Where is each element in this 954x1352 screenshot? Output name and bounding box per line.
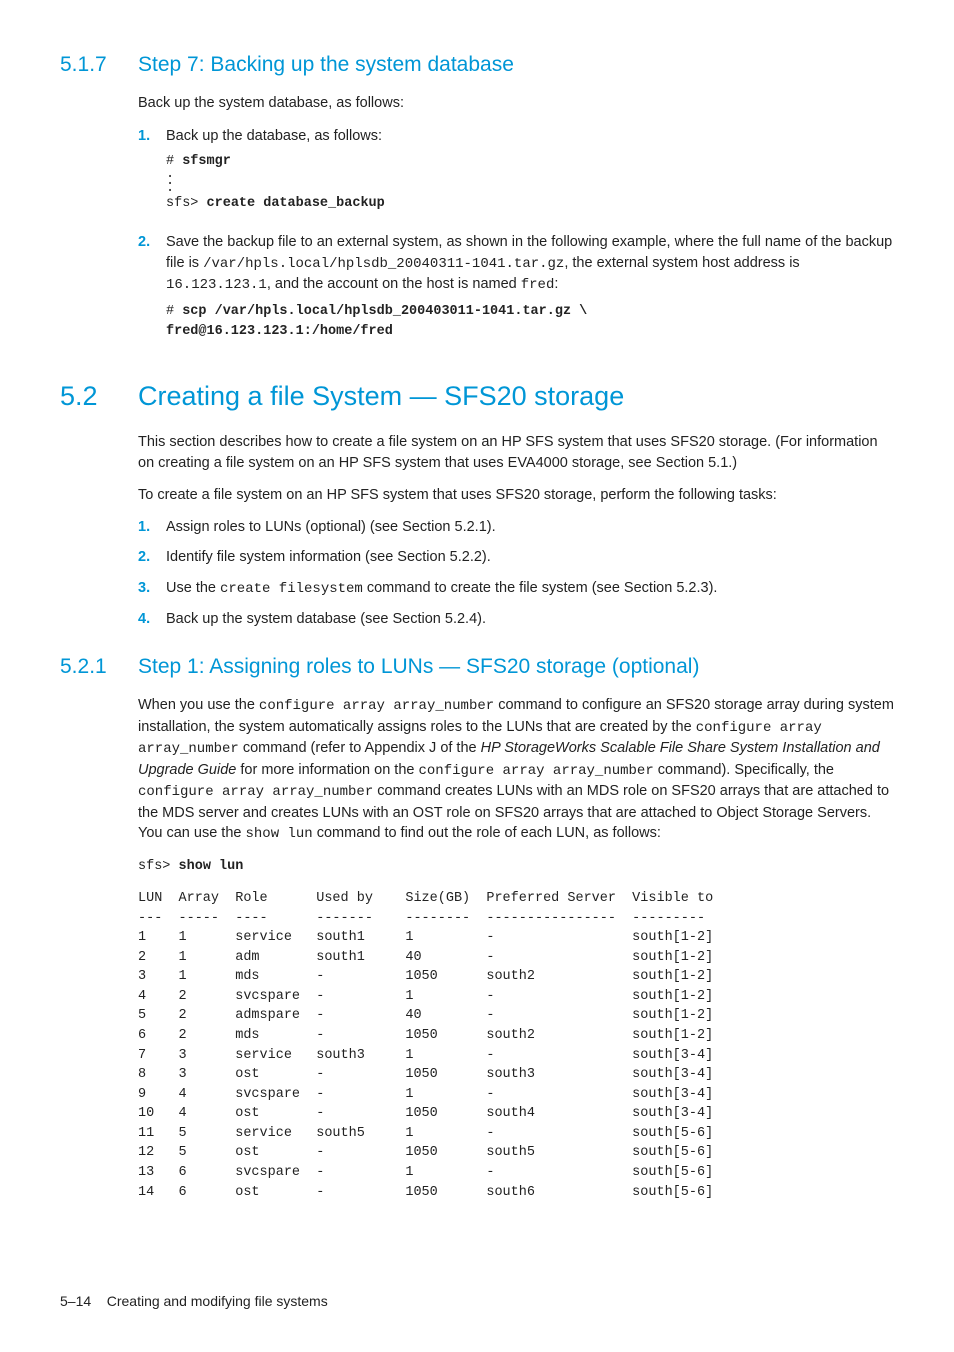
heading-521: 5.2.1 Step 1: Assigning roles to LUNs — … [60, 652, 894, 681]
step-text: Identify file system information (see Se… [166, 547, 894, 567]
step-text: Save the backup file to an external syst… [166, 232, 894, 295]
intro-517: Back up the system database, as follows: [138, 93, 894, 113]
step-marker: 1. [138, 517, 166, 537]
step-text: Back up the system database (see Section… [166, 609, 894, 629]
p2-52: To create a file system on an HP SFS sys… [138, 485, 894, 505]
step-marker: 1. [138, 126, 166, 146]
lun-table: LUN Array Role Used by Size(GB) Preferre… [138, 889, 894, 1202]
page-number: 5–14 [60, 1293, 91, 1309]
heading-517: 5.1.7 Step 7: Backing up the system data… [60, 50, 894, 79]
show-lun-cmd: sfs> show lun [138, 857, 894, 877]
secnum-52: 5.2 [60, 378, 138, 416]
secnum-521: 5.2.1 [60, 652, 138, 681]
title-521: Step 1: Assigning roles to LUNs — SFS20 … [138, 652, 699, 681]
title-52: Creating a file System — SFS20 storage [138, 378, 624, 416]
p1-52: This section describes how to create a f… [138, 432, 894, 473]
step-text: Assign roles to LUNs (optional) (see Sec… [166, 517, 894, 537]
steps-52: 1. Assign roles to LUNs (optional) (see … [138, 517, 894, 629]
step-marker: 2. [138, 232, 166, 252]
step-marker: 3. [138, 578, 166, 598]
step-text: Back up the database, as follows: [166, 126, 894, 146]
secnum-517: 5.1.7 [60, 50, 138, 79]
p-521: When you use the configure array array_n… [138, 695, 894, 845]
step-marker: 4. [138, 609, 166, 629]
footer-label: Creating and modifying file systems [107, 1293, 328, 1309]
step-text: Use the create filesystem command to cre… [166, 578, 894, 600]
steps-517: 1. Back up the database, as follows: # s… [138, 126, 894, 351]
heading-52: 5.2 Creating a file System — SFS20 stora… [60, 378, 894, 416]
footer: 5–14 Creating and modifying file systems [60, 1292, 894, 1312]
code-block: # scp /var/hpls.local/hplsdb_200403011-1… [166, 302, 894, 343]
code-block: # sfsmgr ... sfs> create database_backup [166, 152, 894, 214]
step-marker: 2. [138, 547, 166, 567]
title-517: Step 7: Backing up the system database [138, 50, 514, 79]
